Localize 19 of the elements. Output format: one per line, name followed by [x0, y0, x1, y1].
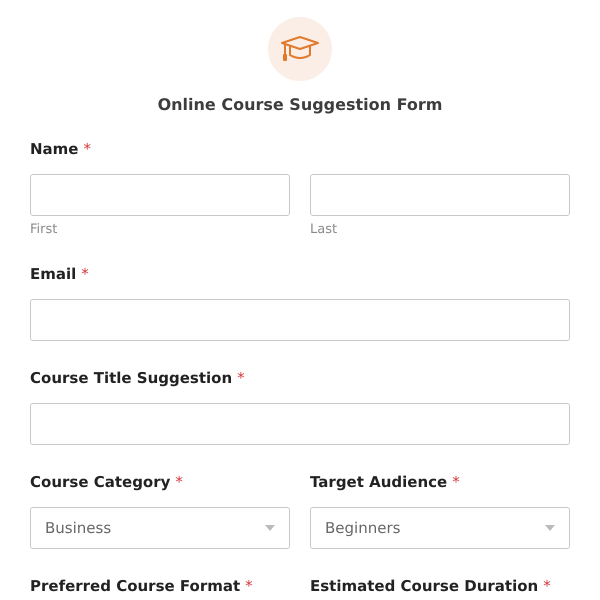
dropdown[interactable]: Business — [30, 507, 290, 549]
graduation-cap-icon — [280, 35, 320, 63]
dropdown[interactable]: Beginners — [310, 507, 570, 549]
sublabel: Last — [310, 222, 338, 237]
sublabel: First — [30, 222, 58, 237]
field-label: Email * — [30, 265, 90, 283]
field-label: Name * — [30, 140, 92, 158]
form-title: Online Course Suggestion Form — [158, 95, 442, 114]
field-label: Preferred Course Format * — [30, 577, 254, 595]
field-label: Estimated Course Duration * — [310, 577, 552, 595]
field-label: Course Category * — [30, 473, 184, 491]
input-field[interactable] — [30, 403, 570, 445]
caret-icon — [545, 525, 555, 531]
caret-icon — [265, 525, 275, 531]
input-field[interactable] — [30, 174, 290, 216]
field-label: Target Audience * — [310, 473, 461, 491]
field-label: Course Title Suggestion * — [30, 369, 246, 387]
input-field[interactable] — [30, 299, 570, 341]
input-field[interactable] — [310, 174, 570, 216]
